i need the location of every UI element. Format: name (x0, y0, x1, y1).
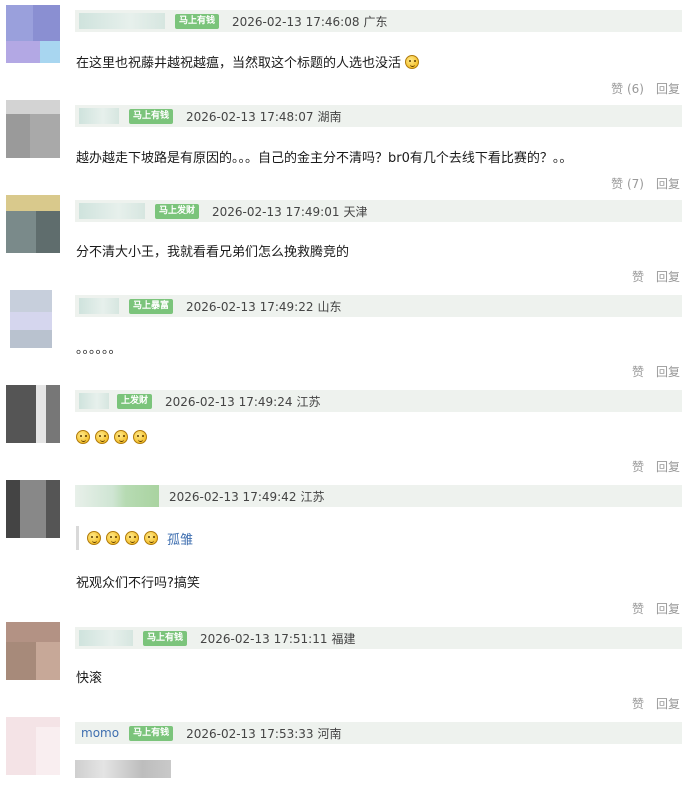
smile-emoji-icon (95, 430, 109, 444)
location: 福建 (331, 631, 356, 646)
location: 广东 (363, 14, 388, 29)
reply-button[interactable]: 回复 (656, 175, 680, 192)
smile-emoji-icon (87, 531, 101, 545)
comment-actions: 赞 回复 (632, 363, 680, 380)
comment-meta: 2026-02-13 17:49:01 天津 (212, 203, 367, 220)
smile-emoji-icon (133, 430, 147, 444)
timestamp: 2026-02-13 17:49:01 (212, 204, 340, 219)
user-badge: 马上暴富 (129, 298, 174, 314)
timestamp: 2026-02-13 17:48:07 (186, 109, 314, 124)
username[interactable] (79, 630, 133, 646)
comment-meta: 2026-02-13 17:49:24 江苏 (165, 393, 320, 410)
avatar[interactable] (6, 195, 60, 253)
like-button[interactable]: 赞 (632, 458, 644, 475)
timestamp: 2026-02-13 17:49:24 (165, 394, 293, 409)
username[interactable] (79, 13, 165, 29)
user-badge: 马上发财 (155, 203, 200, 219)
user-badge: 马上有钱 (129, 108, 174, 124)
quote-block: 孤雏 (76, 526, 193, 550)
avatar[interactable] (6, 717, 60, 775)
comment-text (76, 430, 152, 446)
reply-button[interactable]: 回复 (656, 363, 680, 380)
smile-emoji-icon (106, 531, 120, 545)
like-button[interactable]: 赞 (632, 600, 644, 617)
timestamp: 2026-02-13 17:53:33 (186, 726, 314, 741)
comment-text-blurred (75, 760, 171, 778)
reply-button[interactable]: 回复 (656, 80, 680, 97)
comment-header: 马上有钱 2026-02-13 17:51:11 福建 (75, 627, 682, 649)
username[interactable] (79, 393, 109, 409)
comment-meta: 2026-02-13 17:48:07 湖南 (186, 108, 341, 125)
timestamp: 2026-02-13 17:49:42 (169, 489, 297, 504)
like-button[interactable]: 赞 (632, 363, 644, 380)
comment-header: 马上暴富 2026-02-13 17:49:22 山东 (75, 295, 682, 317)
user-badge: 马上有钱 (175, 13, 220, 29)
comment-meta: 2026-02-13 17:53:33 河南 (186, 725, 341, 742)
location: 山东 (317, 299, 342, 314)
comment-actions: 赞 回复 (632, 268, 680, 285)
smile-emoji-icon (76, 430, 90, 444)
comment-actions: 赞 回复 (632, 600, 680, 617)
comment-meta: 2026-02-13 17:51:11 福建 (200, 630, 355, 647)
comment-actions: 赞 回复 (632, 458, 680, 475)
comment-actions: 赞 (7) 回复 (611, 175, 680, 192)
username[interactable] (79, 298, 119, 314)
avatar[interactable] (6, 480, 60, 538)
location: 江苏 (300, 489, 325, 504)
comment-header: 马上有钱 2026-02-13 17:46:08 广东 (75, 10, 682, 32)
avatar[interactable] (6, 5, 60, 63)
comment-header: 2026-02-13 17:49:42 江苏 (75, 485, 682, 507)
comment-actions: 赞 (6) 回复 (611, 80, 680, 97)
timestamp: 2026-02-13 17:49:22 (186, 299, 314, 314)
smile-emoji-icon (144, 531, 158, 545)
location: 河南 (317, 726, 342, 741)
comment-text: 分不清大小王，我就看看兄弟们怎么挽救腾竞的 (76, 245, 350, 260)
avatar[interactable] (6, 100, 60, 158)
user-badge: 马上有钱 (143, 630, 188, 646)
avatar[interactable] (6, 385, 60, 443)
user-badge: 马上有钱 (129, 725, 174, 741)
comment-text: 越办越走下坡路是有原因的。。。自己的金主分不清吗？br0有几个去线下看比赛的？。… (76, 151, 573, 166)
username[interactable]: momo (81, 726, 119, 740)
timestamp: 2026-02-13 17:51:11 (200, 631, 328, 646)
avatar[interactable] (6, 290, 60, 348)
reply-button[interactable]: 回复 (656, 268, 680, 285)
comment-text: 。。。。。。 (76, 342, 122, 357)
user-badge: 上发财 (117, 393, 153, 409)
reply-button[interactable]: 回复 (656, 458, 680, 475)
reply-button[interactable]: 回复 (656, 600, 680, 617)
quoted-username[interactable]: 孤雏 (167, 529, 193, 548)
comment-header: momo 马上有钱 2026-02-13 17:53:33 河南 (75, 722, 682, 744)
like-button[interactable]: 赞 (7) (611, 175, 644, 192)
avatar[interactable] (6, 622, 60, 680)
username[interactable] (79, 203, 145, 219)
smile-emoji-icon (125, 531, 139, 545)
comment-header: 马上发财 2026-02-13 17:49:01 天津 (75, 200, 682, 222)
like-button[interactable]: 赞 (6) (611, 80, 644, 97)
comment-meta: 2026-02-13 17:49:22 山东 (186, 298, 341, 315)
like-button[interactable]: 赞 (632, 268, 644, 285)
timestamp: 2026-02-13 17:46:08 (232, 14, 360, 29)
comment-meta: 2026-02-13 17:46:08 广东 (232, 13, 387, 30)
smile-emoji-icon (405, 55, 420, 69)
comment-meta: 2026-02-13 17:49:42 江苏 (169, 488, 324, 505)
comment-text: 祝观众们不行吗?搞笑 (76, 576, 200, 591)
location: 天津 (343, 204, 368, 219)
location: 湖南 (317, 109, 342, 124)
comment-text: 在这里也祝藤井越祝越瘟，当然取这个标题的人选也没活 (76, 52, 424, 71)
reply-button[interactable]: 回复 (656, 695, 680, 712)
comment-text: 快滚 (76, 671, 103, 686)
username[interactable] (79, 108, 119, 124)
like-button[interactable]: 赞 (632, 695, 644, 712)
comment-header: 马上有钱 2026-02-13 17:48:07 湖南 (75, 105, 682, 127)
comment-header: 上发财 2026-02-13 17:49:24 江苏 (75, 390, 682, 412)
username[interactable] (75, 485, 159, 507)
location: 江苏 (296, 394, 321, 409)
comment-actions: 赞 回复 (632, 695, 680, 712)
smile-emoji-icon (114, 430, 128, 444)
